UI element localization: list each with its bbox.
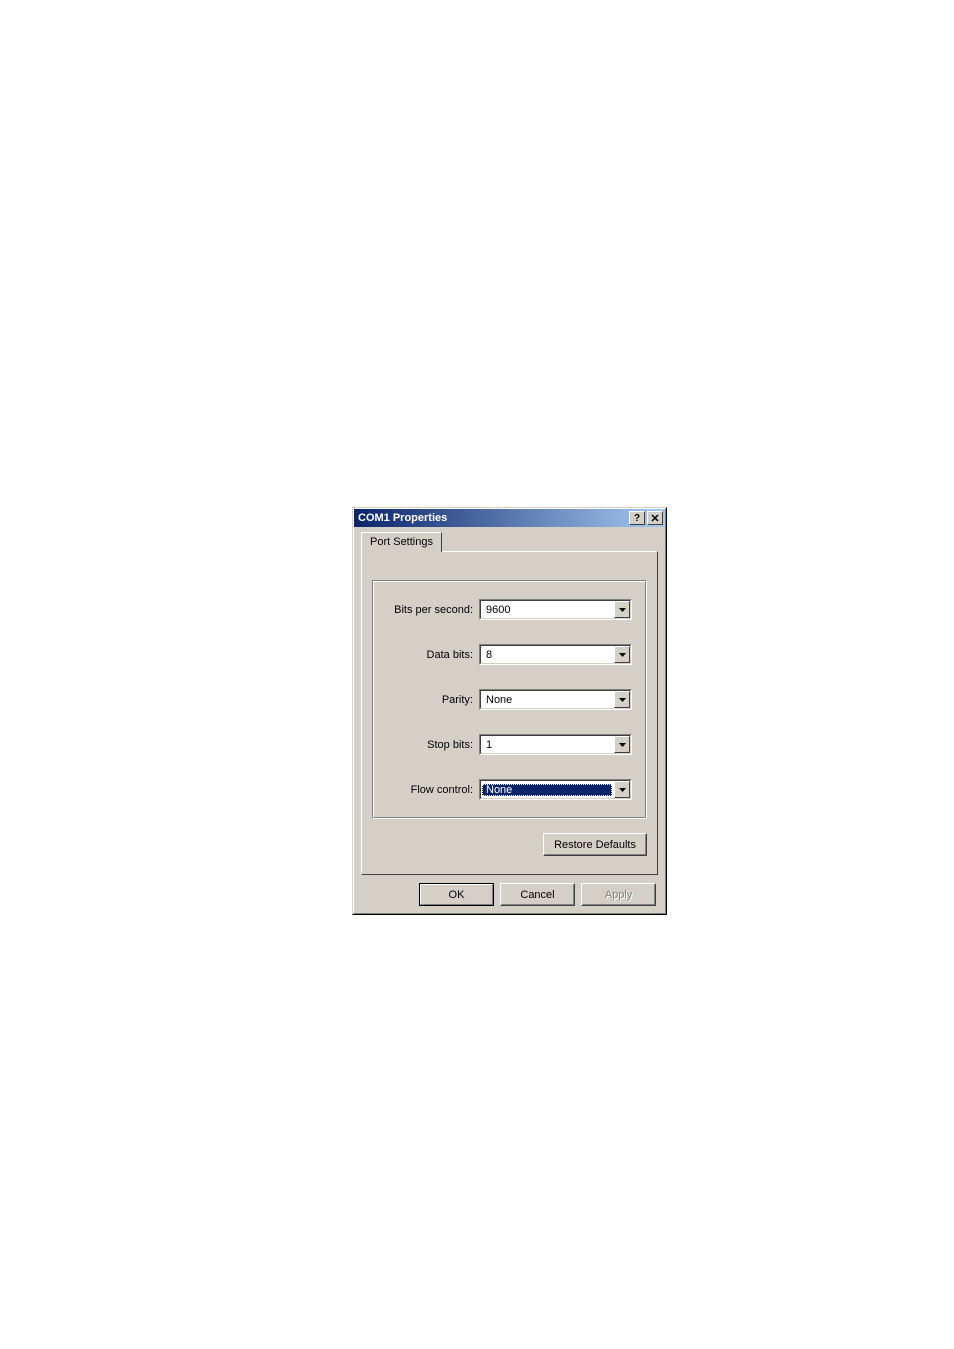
tab-port-settings[interactable]: Port Settings: [361, 532, 442, 552]
dropdown-arrow-icon: [614, 601, 630, 618]
help-button[interactable]: ?: [629, 511, 645, 525]
dropdown-arrow-icon: [614, 781, 630, 798]
ok-button[interactable]: OK: [419, 883, 494, 906]
flow-control-label: Flow control:: [387, 784, 479, 796]
close-button[interactable]: [647, 511, 663, 525]
dropdown-arrow-icon: [614, 691, 630, 708]
dropdown-arrow-icon: [614, 646, 630, 663]
dialog-title: COM1 Properties: [356, 512, 627, 524]
parity-value: None: [482, 694, 612, 706]
flow-control-value: None: [482, 784, 612, 796]
parity-label: Parity:: [387, 694, 479, 706]
apply-label: Apply: [605, 889, 633, 901]
titlebar: COM1 Properties ?: [354, 509, 665, 527]
properties-dialog: COM1 Properties ? Port Settings: [352, 507, 667, 915]
parity-select[interactable]: None: [479, 689, 632, 710]
dropdown-arrow-icon: [614, 736, 630, 753]
data-bits-value: 8: [482, 649, 612, 661]
stop-bits-value: 1: [482, 739, 612, 751]
settings-group: Bits per second: 9600 Data bits:: [372, 580, 647, 819]
bits-per-second-label: Bits per second:: [387, 604, 479, 616]
stop-bits-label: Stop bits:: [387, 739, 479, 751]
cancel-button[interactable]: Cancel: [500, 883, 575, 906]
stop-bits-select[interactable]: 1: [479, 734, 632, 755]
data-bits-select[interactable]: 8: [479, 644, 632, 665]
restore-defaults-button[interactable]: Restore Defaults: [543, 833, 647, 856]
bits-per-second-select[interactable]: 9600: [479, 599, 632, 620]
svg-text:?: ?: [634, 513, 640, 523]
data-bits-label: Data bits:: [387, 649, 479, 661]
flow-control-select[interactable]: None: [479, 779, 632, 800]
restore-defaults-label: Restore Defaults: [554, 839, 636, 851]
bits-per-second-value: 9600: [482, 604, 612, 616]
tab-panel: Bits per second: 9600 Data bits:: [361, 551, 658, 875]
apply-button[interactable]: Apply: [581, 883, 656, 906]
cancel-label: Cancel: [520, 889, 554, 901]
ok-label: OK: [449, 889, 465, 901]
